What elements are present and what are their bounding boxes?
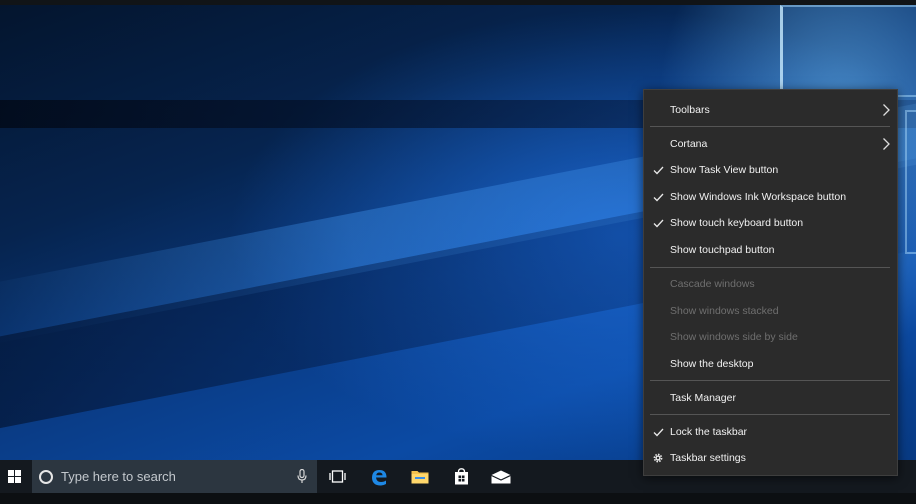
menu-item-label: Show windows side by side [670, 331, 798, 343]
microphone-icon [297, 469, 307, 483]
menu-item-task-manager[interactable]: Task Manager [644, 385, 897, 411]
menu-item-label: Show Task View button [670, 164, 779, 176]
menu-item-label: Show the desktop [670, 358, 754, 370]
microphone-button[interactable] [287, 460, 317, 493]
menu-item-label: Cascade windows [670, 278, 755, 290]
wallpaper-window-pane [905, 110, 916, 254]
chevron-right-icon [883, 104, 890, 116]
chevron-right-icon [883, 138, 890, 150]
menu-item-cortana[interactable]: Cortana [644, 131, 897, 157]
file-explorer-taskbar-button[interactable] [408, 460, 432, 493]
menu-separator [650, 414, 890, 415]
menu-item-label: Toolbars [670, 104, 710, 116]
menu-item-label: Taskbar settings [670, 452, 746, 464]
checkmark-icon [652, 184, 664, 210]
taskbar-context-menu: Toolbars Cortana Show Task View button S… [643, 89, 898, 476]
gear-icon [652, 445, 664, 471]
menu-item-show-task-view[interactable]: Show Task View button [644, 157, 897, 183]
menu-item-taskbar-settings[interactable]: Taskbar settings [644, 445, 897, 471]
file-explorer-icon [411, 471, 429, 484]
mail-taskbar-button[interactable] [488, 460, 514, 493]
menu-item-label: Show touchpad button [670, 244, 775, 256]
menu-separator [650, 380, 890, 381]
search-box[interactable] [32, 460, 317, 493]
edge-taskbar-button[interactable] [366, 460, 392, 493]
checkmark-icon [652, 157, 664, 183]
task-view-icon [328, 470, 346, 483]
cortana-circle-icon[interactable] [39, 469, 53, 484]
menu-separator [650, 126, 890, 127]
bottom-edge [0, 493, 916, 504]
menu-item-show-desktop[interactable]: Show the desktop [644, 351, 897, 377]
menu-item-label: Show windows stacked [670, 305, 779, 317]
menu-item-show-ink-workspace[interactable]: Show Windows Ink Workspace button [644, 184, 897, 210]
checkmark-icon [652, 419, 664, 445]
menu-item-label: Lock the taskbar [670, 426, 748, 438]
checkmark-icon [652, 210, 664, 236]
store-bag-icon [454, 468, 468, 485]
search-input[interactable] [61, 469, 287, 484]
menu-item-show-windows-stacked: Show windows stacked [644, 298, 897, 324]
menu-item-toolbars[interactable]: Toolbars [644, 97, 897, 123]
store-taskbar-button[interactable] [450, 460, 472, 493]
menu-item-lock-taskbar[interactable]: Lock the taskbar [644, 419, 897, 445]
mail-icon [491, 470, 511, 483]
menu-item-show-touchpad[interactable]: Show touchpad button [644, 237, 897, 263]
menu-item-label: Task Manager [670, 392, 736, 404]
menu-separator [650, 267, 890, 268]
menu-item-label: Show Windows Ink Workspace button [670, 191, 847, 203]
menu-item-label: Show touch keyboard button [670, 217, 804, 229]
edge-browser-icon [372, 469, 387, 485]
wallpaper-window-pane [780, 5, 916, 97]
task-view-button[interactable] [325, 460, 349, 493]
menu-item-show-touch-keyboard[interactable]: Show touch keyboard button [644, 210, 897, 236]
menu-item-show-side-by-side: Show windows side by side [644, 324, 897, 350]
start-button[interactable] [0, 460, 28, 493]
menu-item-label: Cortana [670, 138, 708, 150]
menu-item-cascade-windows: Cascade windows [644, 271, 897, 297]
desktop-screen: Toolbars Cortana Show Task View button S… [0, 0, 916, 504]
windows-logo-icon [7, 470, 21, 483]
